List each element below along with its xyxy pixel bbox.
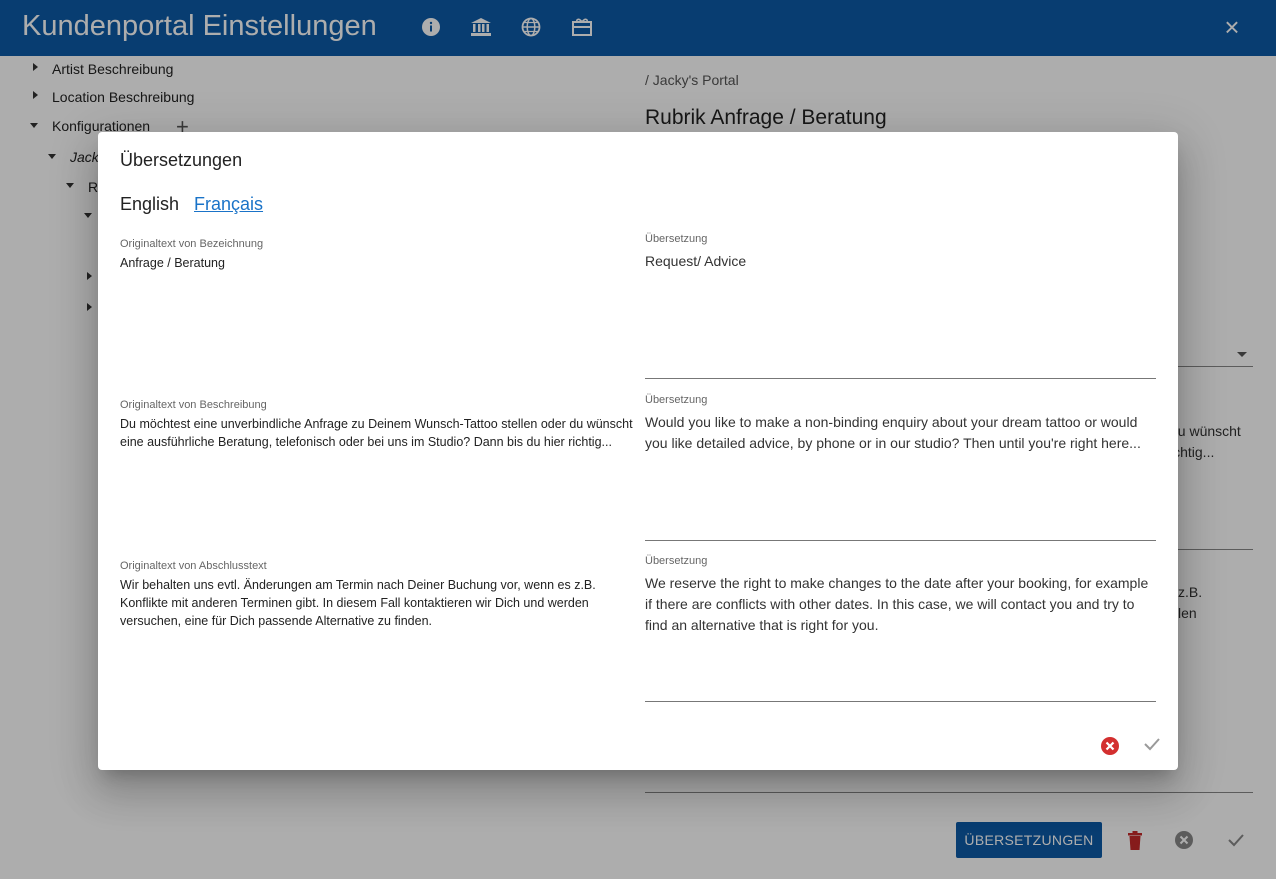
dialog-cancel-icon[interactable] [1100,736,1120,756]
original-text: Anfrage / Beratung [120,256,225,270]
input-underline [645,378,1156,379]
translations-dialog: Übersetzungen English Français Originalt… [98,132,1178,770]
original-label: Originaltext von Beschreibung [120,399,267,411]
translation-input[interactable]: We reserve the right to make changes to … [645,573,1157,636]
original-label: Originaltext von Abschlusstext [120,560,267,572]
dialog-confirm-icon[interactable] [1143,736,1163,756]
input-underline [645,701,1156,702]
tab-english[interactable]: English [120,194,179,215]
input-underline [645,540,1156,541]
translation-input[interactable]: Would you like to make a non-binding enq… [645,412,1157,454]
translation-label: Übersetzung [645,233,708,245]
original-label: Originaltext von Bezeichnung [120,238,264,250]
translation-input[interactable]: Request/ Advice [645,251,1157,272]
original-text: Du möchtest eine unverbindliche Anfrage … [120,417,633,449]
original-text: Wir behalten uns evtl. Änderungen am Ter… [120,578,596,628]
tab-francais[interactable]: Français [194,194,263,215]
dialog-title: Übersetzungen [120,150,243,170]
translation-label: Übersetzung [645,394,708,406]
translation-label: Übersetzung [645,555,708,567]
